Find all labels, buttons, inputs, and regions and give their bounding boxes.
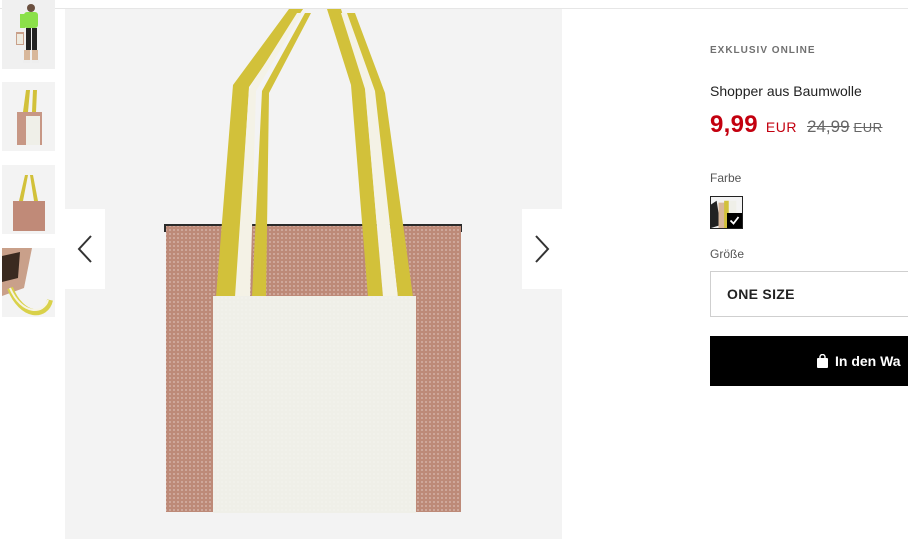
bag-front-photo — [2, 165, 55, 234]
size-selector[interactable]: ONE SIZE — [710, 271, 908, 317]
original-price: 24,99 — [806, 117, 850, 136]
thumbnail-detail[interactable] — [2, 248, 55, 317]
previous-image-button[interactable] — [65, 209, 105, 289]
original-currency: EUR — [853, 120, 883, 135]
shopping-bag-icon — [816, 354, 829, 368]
shopper-bag-illustration — [65, 9, 562, 539]
product-title: Shopper aus Baumwolle — [710, 83, 862, 99]
thumbnail-model[interactable] — [2, 0, 55, 69]
selected-check-icon — [727, 213, 742, 228]
size-label: Größe — [710, 247, 745, 261]
sale-currency: EUR — [765, 119, 797, 135]
add-to-cart-label: In den Wa — [835, 353, 901, 369]
thumbnail-front[interactable] — [2, 165, 55, 234]
next-image-button[interactable] — [522, 209, 562, 289]
bag-detail-photo — [2, 248, 55, 317]
bag-side-photo — [2, 82, 55, 151]
model-photo — [2, 0, 55, 69]
add-to-cart-button[interactable]: In den Wa — [710, 336, 908, 386]
product-image — [65, 9, 562, 539]
chevron-right-icon — [535, 235, 550, 263]
product-info-panel: EXKLUSIV ONLINE Shopper aus Baumwolle 9,… — [710, 0, 908, 539]
thumbnail-side[interactable] — [2, 82, 55, 151]
size-value: ONE SIZE — [727, 286, 795, 302]
color-swatch-selected[interactable] — [710, 196, 743, 229]
price-row: 9,99 EUR 24,99 EUR — [710, 111, 882, 139]
color-label: Farbe — [710, 171, 742, 185]
exclusive-online-badge: EXKLUSIV ONLINE — [710, 45, 816, 56]
chevron-left-icon — [77, 235, 92, 263]
sale-price: 9,99 — [710, 111, 758, 138]
